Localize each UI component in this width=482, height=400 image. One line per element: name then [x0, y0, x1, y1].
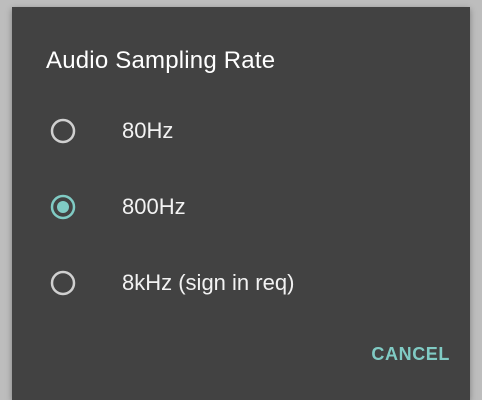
dialog-actions: CANCEL [367, 338, 454, 371]
radio-button-checked-icon[interactable] [50, 194, 76, 220]
option-80hz[interactable]: 80Hz [12, 93, 470, 169]
radio-button-unchecked-icon[interactable] [50, 270, 76, 296]
radio-group: 80Hz 800Hz 8kHz (sign in req) [12, 93, 470, 321]
cancel-button[interactable]: CANCEL [367, 338, 454, 371]
dialog-title: Audio Sampling Rate [46, 47, 276, 74]
option-label: 8kHz (sign in req) [122, 270, 295, 295]
option-800hz[interactable]: 800Hz [12, 169, 470, 245]
sampling-rate-dialog: Audio Sampling Rate 80Hz 800Hz 8kHz (sig… [12, 7, 470, 400]
option-label: 80Hz [122, 118, 174, 143]
radio-button-unchecked-icon[interactable] [50, 118, 76, 144]
screen-backdrop: Audio Sampling Rate 80Hz 800Hz 8kHz (sig… [0, 0, 482, 400]
option-label: 800Hz [122, 194, 186, 219]
option-8khz[interactable]: 8kHz (sign in req) [12, 245, 470, 321]
